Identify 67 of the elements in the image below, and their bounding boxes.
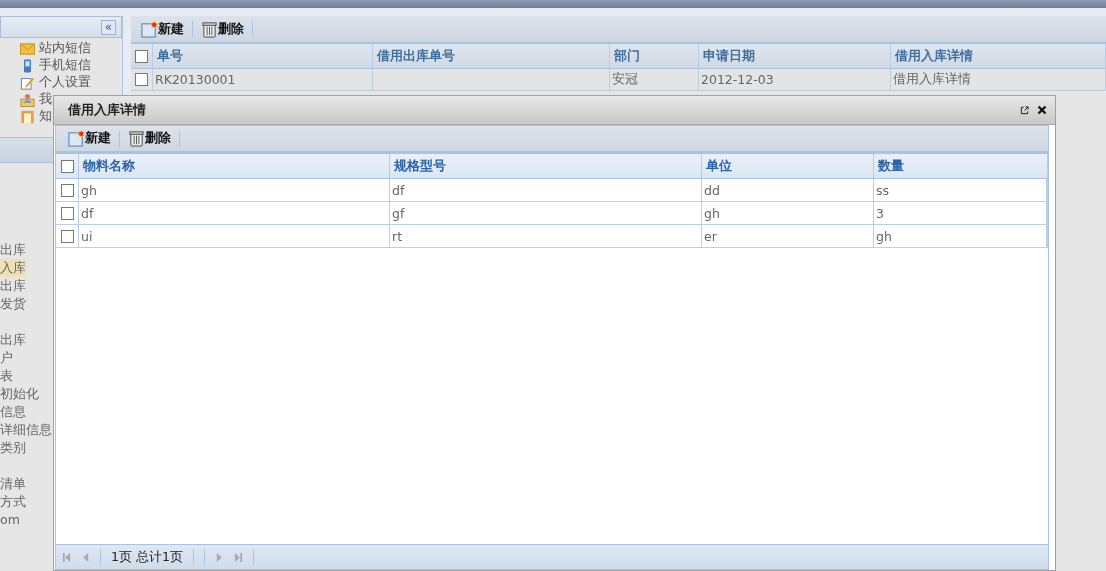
table-cell: dd [704, 182, 720, 198]
menu-item[interactable]: 初始化 [0, 385, 39, 403]
menu-item[interactable]: 清单 [0, 475, 26, 493]
table-cell: gh [876, 228, 892, 244]
row-checkbox[interactable] [60, 183, 74, 197]
delete-button[interactable]: 删除 [199, 20, 246, 38]
menu-item[interactable]: 信息 [0, 403, 26, 421]
envelope-icon [20, 41, 35, 56]
table-cell: er [704, 228, 717, 244]
table-cell: df [392, 182, 405, 198]
menu-item[interactable]: 表 [0, 367, 13, 385]
menu-item[interactable]: 方式 [0, 493, 26, 511]
sidebar-item[interactable]: 手机短信 [39, 57, 91, 74]
table-cell: ui [81, 228, 93, 244]
close-icon[interactable] [1037, 105, 1047, 115]
table-cell: 安冠 [612, 71, 638, 88]
menu-item[interactable]: 出库 [0, 277, 26, 295]
sidebar-item[interactable]: 我 [39, 91, 52, 108]
menu-item[interactable]: 发货 [0, 295, 26, 313]
column-header[interactable]: 规格型号 [390, 154, 702, 178]
menu-item[interactable]: 入库 [0, 259, 26, 277]
select-all-checkbox[interactable] [135, 49, 148, 63]
column-header[interactable]: 数量 [874, 154, 1048, 178]
table-cell: gh [704, 205, 720, 221]
menu-item[interactable]: om [0, 511, 20, 529]
new-button[interactable]: 新建 [139, 20, 186, 38]
row-checkbox[interactable] [135, 73, 148, 86]
table-cell: ss [876, 182, 890, 198]
sidebar-item[interactable]: 站内短信 [39, 40, 91, 57]
table-cell: df [81, 205, 94, 221]
page-info: 1页 总计1页 [111, 548, 183, 566]
book-icon [20, 109, 35, 124]
dialog-title: 借用入库详情 [68, 101, 147, 119]
column-header[interactable]: 部门 [610, 44, 699, 68]
column-header[interactable]: 申请日期 [699, 44, 891, 68]
column-header[interactable]: 借用入库详情 [891, 44, 1106, 68]
table-cell: 借用入库详情 [893, 71, 971, 88]
table-cell: gf [392, 205, 405, 221]
pencil-note-icon [20, 75, 35, 90]
popout-icon[interactable] [1020, 105, 1029, 115]
new-button[interactable]: 新建 [66, 130, 113, 147]
column-header[interactable]: 借用出库单号 [373, 44, 610, 68]
menu-item[interactable]: 出库 [0, 241, 26, 259]
table-cell: 2012-12-03 [701, 72, 774, 87]
select-all-checkbox[interactable] [60, 159, 74, 173]
column-header[interactable]: 物料名称 [79, 154, 390, 178]
collapse-button[interactable]: « [101, 19, 116, 35]
trash-icon [201, 20, 218, 38]
table-cell: 3 [876, 205, 884, 221]
table-cell: gh [81, 182, 97, 198]
column-header[interactable]: 单号 [153, 44, 373, 68]
menu-item[interactable]: 详细信息 [0, 421, 52, 439]
table-cell: RK20130001 [155, 72, 236, 87]
row-checkbox[interactable] [60, 229, 74, 243]
person-folder-icon [20, 92, 35, 107]
menu-item[interactable]: 户 [0, 349, 13, 367]
sidebar-item[interactable]: 个人设置 [39, 74, 91, 91]
column-header[interactable]: 单位 [702, 154, 874, 178]
sidebar-item[interactable]: 知 [39, 108, 52, 125]
table-cell: rt [392, 228, 403, 244]
trash-icon [128, 130, 145, 147]
row-checkbox[interactable] [60, 206, 74, 220]
new-document-icon [141, 20, 158, 38]
new-document-icon [68, 130, 85, 147]
menu-item[interactable]: 出库 [0, 331, 26, 349]
delete-button[interactable]: 删除 [126, 130, 173, 147]
menu-item[interactable]: 类别 [0, 439, 26, 457]
